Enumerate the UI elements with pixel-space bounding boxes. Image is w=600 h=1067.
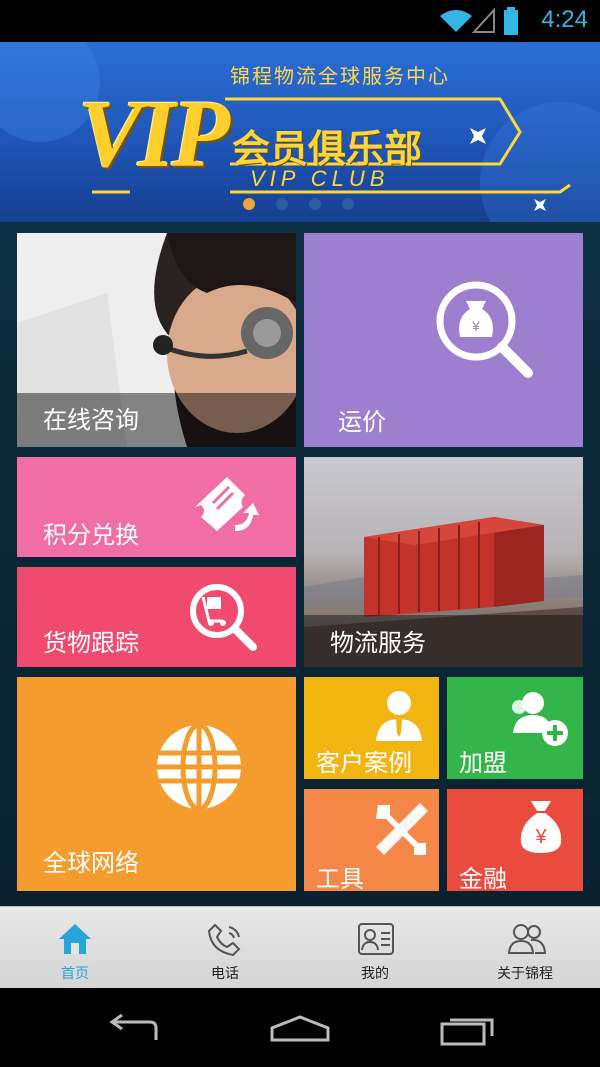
tile-label: 金融 [459,866,507,891]
nav-label: 我的 [361,965,389,981]
club-title: 会员俱乐部 [232,129,423,171]
nav-item-about[interactable]: 关于锦程 [450,907,600,989]
recent-apps-icon[interactable] [438,1012,498,1046]
vip-logo: VIP [78,80,230,187]
bottom-nav: 首页 电话 我的 关于锦程 [0,906,600,989]
tile-label: 加盟 [459,750,507,777]
tools-icon [376,803,428,855]
tile-logistics-service[interactable]: 物流服务 [304,457,583,667]
tile-label: 全球网络 [43,850,139,877]
battery-icon [504,7,518,35]
tile-finance[interactable]: ¥ 金融 [447,789,583,891]
tile-label: 运价 [338,409,386,436]
status-bar: 4:24 [0,0,600,42]
tile-join[interactable]: 加盟 [447,677,583,779]
globe-icon [157,722,241,812]
tile-label: 积分兑换 [43,522,139,549]
svg-text:¥: ¥ [534,826,547,848]
customer-icon [376,691,422,741]
add-member-icon [512,692,568,746]
nav-item-mine[interactable]: 我的 [300,907,450,989]
tile-label: 物流服务 [330,630,426,657]
system-nav-bar [0,988,600,1067]
tile-label: 客户案例 [316,750,412,777]
tile-cargo-tracking[interactable]: 货物跟踪 [17,567,296,667]
carousel-dot[interactable] [276,198,288,210]
carousel-dot-active[interactable] [243,198,255,210]
money-search-icon: ¥ [436,281,533,378]
banner-carousel[interactable]: 锦程物流全球服务中心 VIP 会员俱乐部 VIP CLUB [0,42,600,222]
tile-freight-rate[interactable]: ¥ 运价 [304,233,583,447]
cell-signal-icon [472,8,495,33]
clock: 4:24 [541,6,588,33]
ticket-exchange-icon [195,477,259,531]
banner-subtitle: 锦程物流全球服务中心 [230,66,450,88]
nav-label: 关于锦程 [497,965,553,981]
money-bag-icon: ¥ [520,801,562,853]
tile-online-consult[interactable]: 在线咨询 [17,233,296,447]
tile-tools[interactable]: 工具 [304,789,439,891]
nav-label: 电话 [211,965,239,981]
nav-item-home[interactable]: 首页 [0,907,150,989]
tile-label: 货物跟踪 [43,630,139,657]
profile-card-icon [358,923,394,955]
back-icon[interactable] [104,1014,162,1044]
tile-customer-cases[interactable]: 客户案例 [304,677,439,779]
club-title-en: VIP CLUB [250,166,390,191]
tile-points-exchange[interactable]: 积分兑换 [17,457,296,557]
wifi-icon [440,10,472,32]
tile-global-network[interactable]: 全球网络 [17,677,296,891]
cargo-search-icon [190,584,257,651]
tile-label: 在线咨询 [43,407,139,434]
home-icon [59,924,91,954]
people-icon [507,924,547,954]
tile-label: 工具 [316,866,364,891]
phone-icon [207,923,241,957]
nav-item-phone[interactable]: 电话 [150,907,300,989]
home-button-icon[interactable] [268,1014,332,1042]
carousel-dot[interactable] [309,198,321,210]
svg-text:¥: ¥ [471,318,480,334]
nav-label: 首页 [61,965,89,981]
carousel-dot[interactable] [342,198,354,210]
